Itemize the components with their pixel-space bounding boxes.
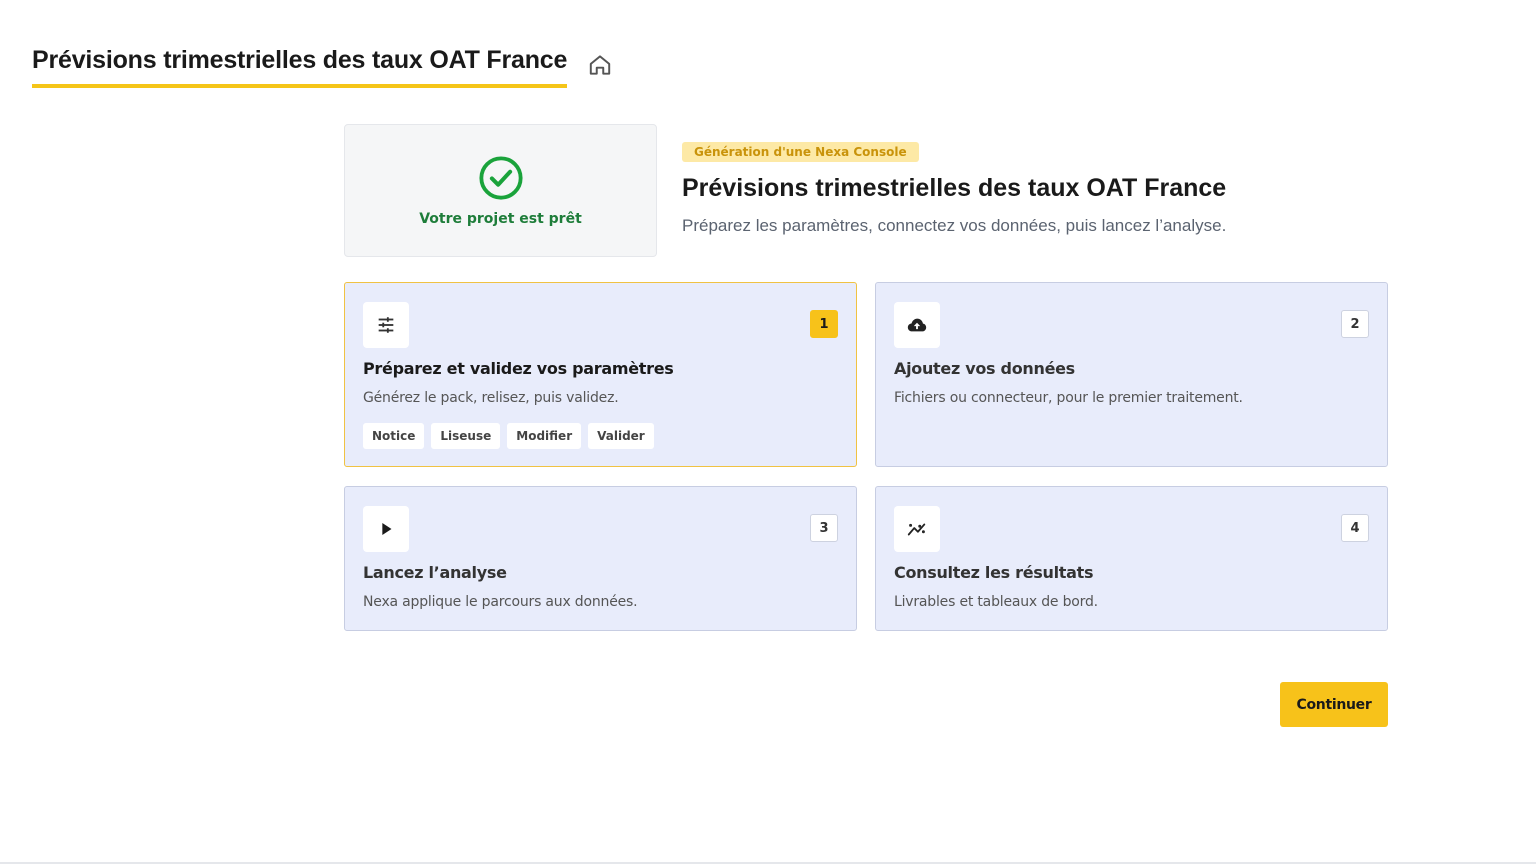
check-circle-icon — [478, 155, 523, 200]
sliders-icon — [363, 302, 409, 348]
trend-chart-icon — [894, 506, 940, 552]
valider-chip[interactable]: Valider — [588, 423, 654, 449]
cloud-upload-icon — [894, 302, 940, 348]
status-text: Votre projet est prêt — [419, 210, 582, 227]
step-title: Lancez l’analyse — [363, 563, 507, 582]
step-actions: Notice Liseuse Modifier Valider — [363, 423, 654, 449]
play-icon — [363, 506, 409, 552]
continue-button[interactable]: Continuer — [1280, 682, 1388, 727]
page-title: Prévisions trimestrielles des taux OAT F… — [32, 44, 567, 88]
step-title: Préparez et validez vos paramètres — [363, 359, 674, 378]
step-description: Fichiers ou connecteur, pour le premier … — [894, 390, 1243, 406]
step-number-badge: 4 — [1341, 514, 1369, 542]
notice-chip[interactable]: Notice — [363, 423, 425, 449]
intro-subtitle: Préparez les paramètres, connectez vos d… — [682, 216, 1227, 235]
step-card-data[interactable]: 2 Ajoutez vos données Fichiers ou connec… — [875, 282, 1388, 467]
step-card-parameters[interactable]: 1 Préparez et validez vos paramètres Gén… — [344, 282, 857, 467]
console-badge: Génération d'une Nexa Console — [682, 142, 919, 162]
liseuse-chip[interactable]: Liseuse — [431, 423, 501, 449]
step-number-badge: 3 — [810, 514, 838, 542]
page-header: Prévisions trimestrielles des taux OAT F… — [32, 44, 613, 88]
home-icon[interactable] — [587, 52, 613, 78]
step-card-results[interactable]: 4 Consultez les résultats Livrables et t… — [875, 486, 1388, 631]
step-description: Générez le pack, relisez, puis validez. — [363, 390, 619, 406]
step-description: Nexa applique le parcours aux données. — [363, 594, 638, 610]
step-description: Livrables et tableaux de bord. — [894, 594, 1098, 610]
step-title: Consultez les résultats — [894, 563, 1094, 582]
intro-section: Génération d'une Nexa Console Prévisions… — [682, 142, 1226, 236]
intro-title: Prévisions trimestrielles des taux OAT F… — [682, 174, 1227, 202]
step-number-badge: 2 — [1341, 310, 1369, 338]
step-number-badge: 1 — [810, 310, 838, 338]
step-card-analysis[interactable]: 3 Lancez l’analyse Nexa applique le parc… — [344, 486, 857, 631]
modifier-chip[interactable]: Modifier — [507, 423, 582, 449]
project-status-card: Votre projet est prêt — [344, 124, 657, 257]
step-title: Ajoutez vos données — [894, 359, 1075, 378]
